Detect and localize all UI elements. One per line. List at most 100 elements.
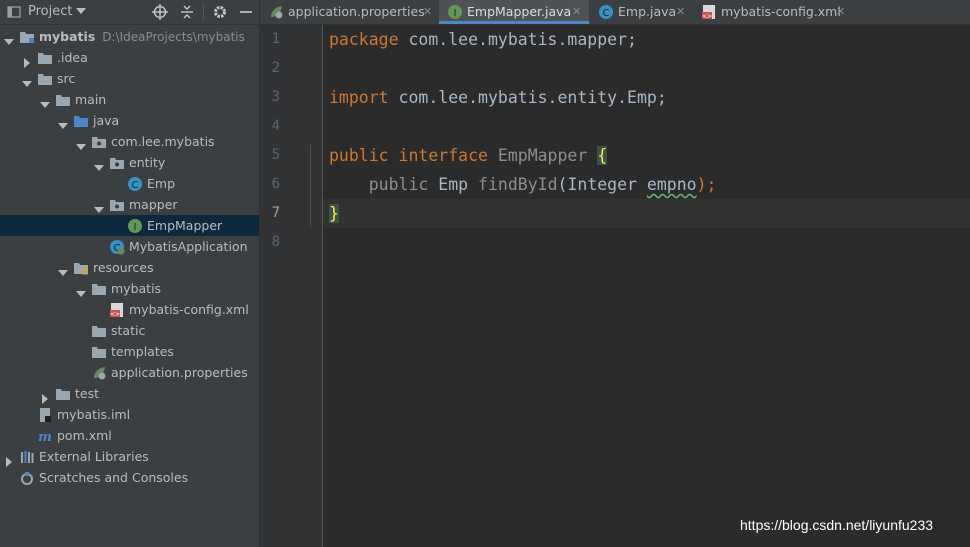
- tree-label: src: [57, 71, 76, 86]
- chevron-down-icon[interactable]: [4, 32, 14, 45]
- library-icon: [19, 449, 35, 465]
- tree-item-package[interactable]: com.lee.mybatis: [0, 131, 259, 152]
- project-panel-header: Project: [0, 0, 259, 25]
- tree-label: mapper: [129, 197, 178, 212]
- svg-text:<>: <>: [702, 13, 712, 20]
- locate-target-icon[interactable]: [152, 4, 168, 23]
- tree-item-static[interactable]: static: [0, 320, 259, 341]
- chevron-down-icon[interactable]: [22, 74, 32, 87]
- line-number: 7: [271, 205, 280, 221]
- keyword-package: package: [329, 30, 399, 49]
- root-path: D:\IdeaProjects\mybatis: [102, 30, 245, 44]
- line-number: 4: [271, 118, 280, 134]
- tree-label: application.properties: [111, 365, 248, 380]
- maven-icon: m: [37, 428, 53, 445]
- folder-icon: [91, 323, 107, 339]
- project-panel-title[interactable]: Project: [28, 4, 72, 19]
- line-number: 6: [271, 176, 280, 192]
- tree-item-mapper[interactable]: mapper: [0, 194, 259, 215]
- tab-emp[interactable]: C Emp.java ✕: [590, 0, 694, 24]
- class-icon: C: [127, 176, 143, 192]
- tree-label: entity: [129, 155, 166, 170]
- hide-panel-icon[interactable]: [238, 4, 254, 23]
- interface-icon: I: [127, 218, 143, 234]
- tree-item-test[interactable]: test: [0, 383, 259, 404]
- tree-label: mybatis.iml: [57, 407, 131, 422]
- tree-item-external-libraries[interactable]: External Libraries: [0, 446, 259, 467]
- folder-icon: [91, 281, 107, 297]
- code-line-5[interactable]: public interface EmpMapper {: [329, 141, 608, 170]
- close-icon[interactable]: ✕: [423, 0, 432, 24]
- tree-label: MybatisApplication: [129, 239, 248, 254]
- tree-item-src[interactable]: src: [0, 68, 259, 89]
- import-path: com.lee.mybatis.entity.Emp;: [388, 88, 667, 107]
- gear-icon[interactable]: [212, 4, 228, 23]
- package-icon: [109, 197, 125, 213]
- folder-icon: [91, 344, 107, 360]
- tree-item-mybatis-application[interactable]: C MybatisApplication: [0, 236, 259, 257]
- chevron-down-icon[interactable]: [94, 200, 104, 213]
- code-line-1[interactable]: package com.lee.mybatis.mapper;: [329, 25, 637, 54]
- tab-empmapper[interactable]: I EmpMapper.java ✕: [439, 0, 589, 24]
- line-number: 1: [271, 31, 280, 47]
- tree-item-scratches[interactable]: Scratches and Consoles: [0, 467, 259, 488]
- tree-label: test: [75, 386, 100, 401]
- chevron-down-icon[interactable]: [58, 263, 68, 276]
- code-line-6[interactable]: public Emp findById(Integer empno);: [329, 170, 717, 199]
- chevron-down-icon[interactable]: [75, 5, 87, 20]
- chevron-down-icon[interactable]: [76, 137, 86, 150]
- tree-label: External Libraries: [39, 449, 149, 464]
- tab-application-properties[interactable]: application.properties ✕: [260, 0, 438, 24]
- tree-item-application-properties[interactable]: application.properties: [0, 362, 259, 383]
- chevron-right-icon[interactable]: [40, 389, 50, 404]
- tree-item-java[interactable]: java: [0, 110, 259, 131]
- tree-item-mybatis-config[interactable]: <> mybatis-config.xml: [0, 299, 259, 320]
- tree-item-emp[interactable]: C Emp: [0, 173, 259, 194]
- code-line-3[interactable]: import com.lee.mybatis.entity.Emp;: [329, 83, 667, 112]
- code-editor[interactable]: package com.lee.mybatis.mapper; import c…: [323, 25, 970, 547]
- tab-mybatis-config[interactable]: <> mybatis-config.xml ✕: [695, 0, 855, 24]
- svg-text:m: m: [38, 430, 52, 444]
- tree-item-mybatis-dir[interactable]: mybatis: [0, 278, 259, 299]
- tab-label: EmpMapper.java: [467, 4, 572, 19]
- tree-label: Emp: [147, 176, 176, 191]
- param-type: (Integer: [557, 175, 647, 194]
- package-name: com.lee.mybatis.mapper;: [398, 30, 637, 49]
- collapse-all-icon[interactable]: [179, 4, 195, 23]
- keyword-public-interface: public interface: [329, 146, 488, 165]
- chevron-down-icon[interactable]: [58, 116, 68, 129]
- chevron-down-icon[interactable]: [94, 158, 104, 171]
- tree-label: com.lee.mybatis: [111, 134, 215, 149]
- chevron-down-icon[interactable]: [40, 95, 50, 108]
- tree-item-main[interactable]: main: [0, 89, 259, 110]
- param-name: empno: [646, 175, 697, 194]
- close-icon[interactable]: ✕: [676, 0, 685, 24]
- package-icon: [109, 155, 125, 171]
- close-icon[interactable]: ✕: [836, 0, 845, 24]
- tree-item-mybatis-iml[interactable]: mybatis.iml: [0, 404, 259, 425]
- tree-item-empmapper[interactable]: I EmpMapper: [0, 215, 259, 236]
- watermark: https://blog.csdn.net/liyunfu233: [740, 517, 934, 533]
- folder-icon: [37, 50, 53, 66]
- svg-text:<>: <>: [110, 311, 120, 318]
- project-view-icon[interactable]: [6, 4, 22, 23]
- tree-item-resources[interactable]: resources: [0, 257, 259, 278]
- tree-item-root[interactable]: mybatis D:\IdeaProjects\mybatis: [0, 26, 259, 47]
- tree-item-templates[interactable]: templates: [0, 341, 259, 362]
- chevron-right-icon[interactable]: [22, 53, 32, 68]
- chevron-down-icon[interactable]: [76, 284, 86, 297]
- module-folder-icon: [19, 29, 35, 45]
- open-brace: {: [597, 146, 608, 165]
- chevron-right-icon[interactable]: [4, 452, 14, 467]
- tree-item-idea[interactable]: .idea: [0, 47, 259, 68]
- svg-text:C: C: [603, 8, 610, 19]
- line-number: 5: [271, 147, 280, 163]
- source-folder-icon: [73, 113, 89, 129]
- tree-item-pom[interactable]: m pom.xml: [0, 425, 259, 446]
- code-line-7[interactable]: }: [329, 199, 339, 228]
- tree-item-entity[interactable]: entity: [0, 152, 259, 173]
- svg-text:C: C: [132, 180, 139, 191]
- close-icon[interactable]: ✕: [572, 0, 581, 24]
- root-name: mybatis: [39, 29, 96, 44]
- tab-label: application.properties: [288, 4, 425, 19]
